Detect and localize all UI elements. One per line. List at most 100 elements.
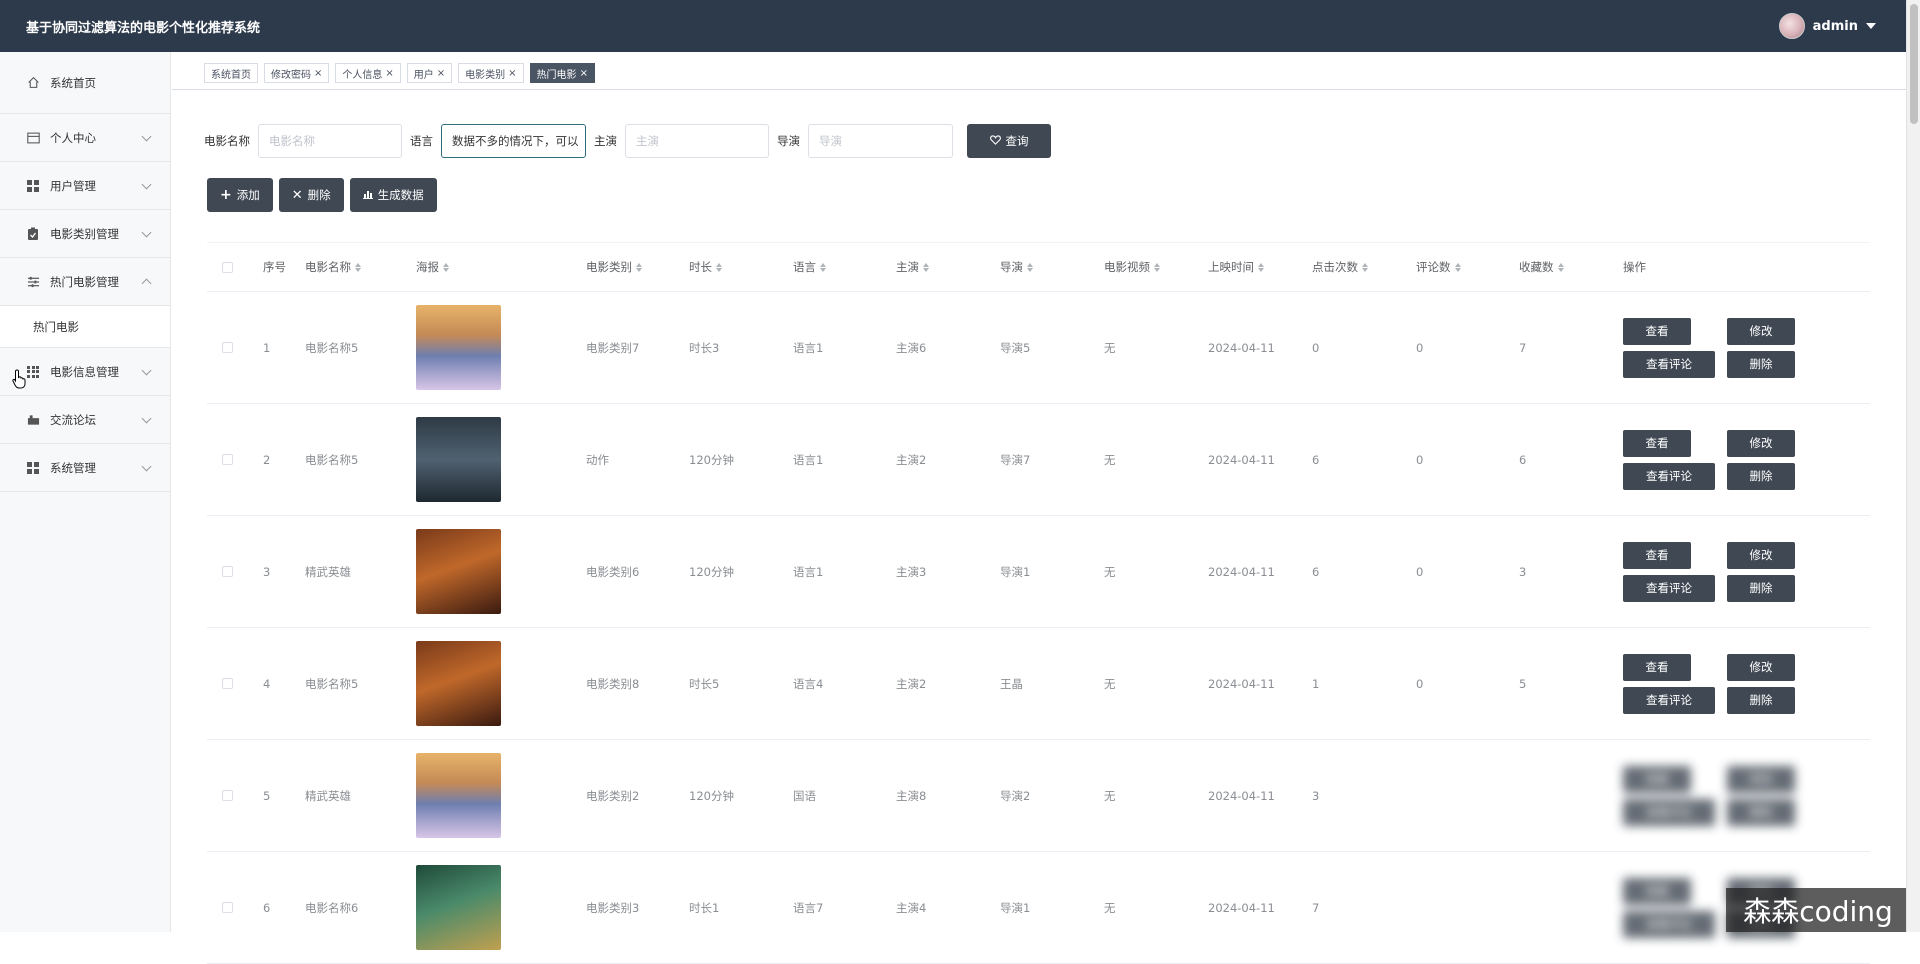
tab-users[interactable]: 用户×: [407, 63, 452, 83]
delete-row-button[interactable]: 删除: [1727, 799, 1795, 826]
poster-image[interactable]: [416, 529, 501, 614]
view-comments-button[interactable]: 查看评论: [1623, 799, 1715, 826]
view-button[interactable]: 查看: [1623, 542, 1691, 569]
view-comments-button[interactable]: 查看评论: [1623, 911, 1715, 938]
sidebar-item-profile[interactable]: 个人中心: [0, 114, 170, 162]
edit-button[interactable]: 修改: [1727, 542, 1795, 569]
sort-icon[interactable]: [1258, 263, 1264, 272]
delete-row-button[interactable]: 删除: [1727, 463, 1795, 490]
view-button[interactable]: 查看: [1623, 654, 1691, 681]
delete-button[interactable]: ✕ 删除: [279, 178, 344, 212]
col-header-category[interactable]: 电影类别: [586, 259, 642, 275]
edit-button[interactable]: 修改: [1727, 766, 1795, 793]
sort-icon[interactable]: [1362, 263, 1368, 272]
view-button[interactable]: 查看: [1623, 766, 1691, 793]
sort-icon[interactable]: [1455, 263, 1461, 272]
language-input[interactable]: 数据不多的情况下，可以: [441, 124, 586, 158]
close-icon[interactable]: ×: [437, 68, 445, 79]
view-comments-button[interactable]: 查看评论: [1623, 351, 1715, 378]
sidebar-item-users[interactable]: 用户管理: [0, 162, 170, 210]
row-checkbox[interactable]: [222, 342, 233, 353]
row-checkbox[interactable]: [222, 678, 233, 689]
delete-row-button[interactable]: 删除: [1727, 687, 1795, 714]
chevron-down-icon[interactable]: [1866, 23, 1876, 29]
col-header-video[interactable]: 电影视频: [1104, 259, 1160, 275]
sidebar-item-system[interactable]: 系统管理: [0, 444, 170, 492]
col-header-name[interactable]: 电影名称: [305, 259, 361, 275]
movie-name-input[interactable]: 电影名称: [258, 124, 402, 158]
scrollbar-thumb[interactable]: [1910, 4, 1918, 124]
avatar[interactable]: [1779, 13, 1805, 39]
col-header-director[interactable]: 导演: [1000, 259, 1033, 275]
poster-image[interactable]: [416, 753, 501, 838]
add-button[interactable]: + 添加: [207, 178, 273, 212]
view-comments-button[interactable]: 查看评论: [1623, 575, 1715, 602]
generate-data-button[interactable]: 生成数据: [350, 178, 437, 212]
sort-icon[interactable]: [820, 263, 826, 272]
poster-image[interactable]: [416, 305, 501, 390]
delete-row-button[interactable]: 删除: [1727, 351, 1795, 378]
sidebar-item-hot-movies[interactable]: 热门电影管理: [0, 258, 170, 306]
director-input[interactable]: 导演: [808, 124, 953, 158]
close-icon[interactable]: ×: [580, 68, 588, 79]
col-header-clicks[interactable]: 点击次数: [1312, 259, 1368, 275]
tab-personal-info[interactable]: 个人信息×: [335, 63, 400, 83]
sort-icon[interactable]: [923, 263, 929, 272]
col-header-poster[interactable]: 海报: [416, 259, 449, 275]
edit-button[interactable]: 修改: [1727, 654, 1795, 681]
col-header-language[interactable]: 语言: [793, 259, 826, 275]
sidebar-item-categories[interactable]: 电影类别管理: [0, 210, 170, 258]
poster-image[interactable]: [416, 641, 501, 726]
sort-icon[interactable]: [1154, 263, 1160, 272]
sidebar-item-home[interactable]: 系统首页: [0, 52, 170, 114]
actor-input[interactable]: 主演: [625, 124, 769, 158]
col-header-favorites[interactable]: 收藏数: [1519, 259, 1564, 275]
view-comments-button[interactable]: 查看评论: [1623, 463, 1715, 490]
sidebar-subitem-hot-movies[interactable]: 热门电影: [0, 306, 170, 348]
edit-button[interactable]: 修改: [1727, 318, 1795, 345]
user-menu[interactable]: admin: [1779, 13, 1876, 39]
select-all-checkbox[interactable]: [222, 262, 233, 273]
cell-favorites: 5: [1519, 677, 1526, 691]
sort-icon[interactable]: [636, 263, 642, 272]
username[interactable]: admin: [1813, 19, 1858, 34]
scrollbar[interactable]: [1906, 0, 1920, 932]
row-actions: 查看 修改查看评论删除: [1623, 318, 1803, 378]
sort-icon[interactable]: [355, 263, 361, 272]
col-header-duration[interactable]: 时长: [689, 259, 722, 275]
col-header-comments[interactable]: 评论数: [1416, 259, 1461, 275]
row-checkbox[interactable]: [222, 454, 233, 465]
generate-data-button-label: 生成数据: [378, 187, 424, 203]
sort-icon[interactable]: [1027, 263, 1033, 272]
row-checkbox[interactable]: [222, 790, 233, 801]
tab-hot-movies[interactable]: 热门电影×: [530, 63, 595, 83]
close-icon[interactable]: ×: [385, 68, 393, 79]
sidebar-item-forum[interactable]: 交流论坛: [0, 396, 170, 444]
close-icon[interactable]: ×: [314, 68, 322, 79]
poster-image[interactable]: [416, 865, 501, 950]
row-checkbox[interactable]: [222, 902, 233, 913]
plus-icon: +: [220, 187, 232, 203]
sort-icon[interactable]: [1558, 263, 1564, 272]
view-button[interactable]: 查看: [1623, 430, 1691, 457]
poster-image[interactable]: [416, 417, 501, 502]
tab-movie-categories[interactable]: 电影类别×: [458, 63, 523, 83]
edit-button[interactable]: 修改: [1727, 430, 1795, 457]
app-title: 基于协同过滤算法的电影个性化推荐系统: [26, 17, 260, 36]
cell-duration: 120分钟: [689, 788, 734, 804]
view-comments-button[interactable]: 查看评论: [1623, 687, 1715, 714]
col-header-release-date[interactable]: 上映时间: [1208, 259, 1264, 275]
row-checkbox[interactable]: [222, 566, 233, 577]
close-icon[interactable]: ×: [508, 68, 516, 79]
view-button[interactable]: 查看: [1623, 318, 1691, 345]
cell-no: 6: [263, 901, 270, 915]
sort-icon[interactable]: [443, 263, 449, 272]
view-button[interactable]: 查看: [1623, 878, 1691, 905]
query-button[interactable]: 查询: [967, 124, 1051, 158]
sidebar: 系统首页 个人中心 用户管理 电影类别管理 热门电影管理 热门电影 电影信息管理: [0, 52, 171, 932]
tab-home[interactable]: 系统首页: [204, 63, 258, 83]
tab-change-password[interactable]: 修改密码×: [264, 63, 329, 83]
col-header-actor[interactable]: 主演: [896, 259, 929, 275]
delete-row-button[interactable]: 删除: [1727, 575, 1795, 602]
sort-icon[interactable]: [716, 263, 722, 272]
